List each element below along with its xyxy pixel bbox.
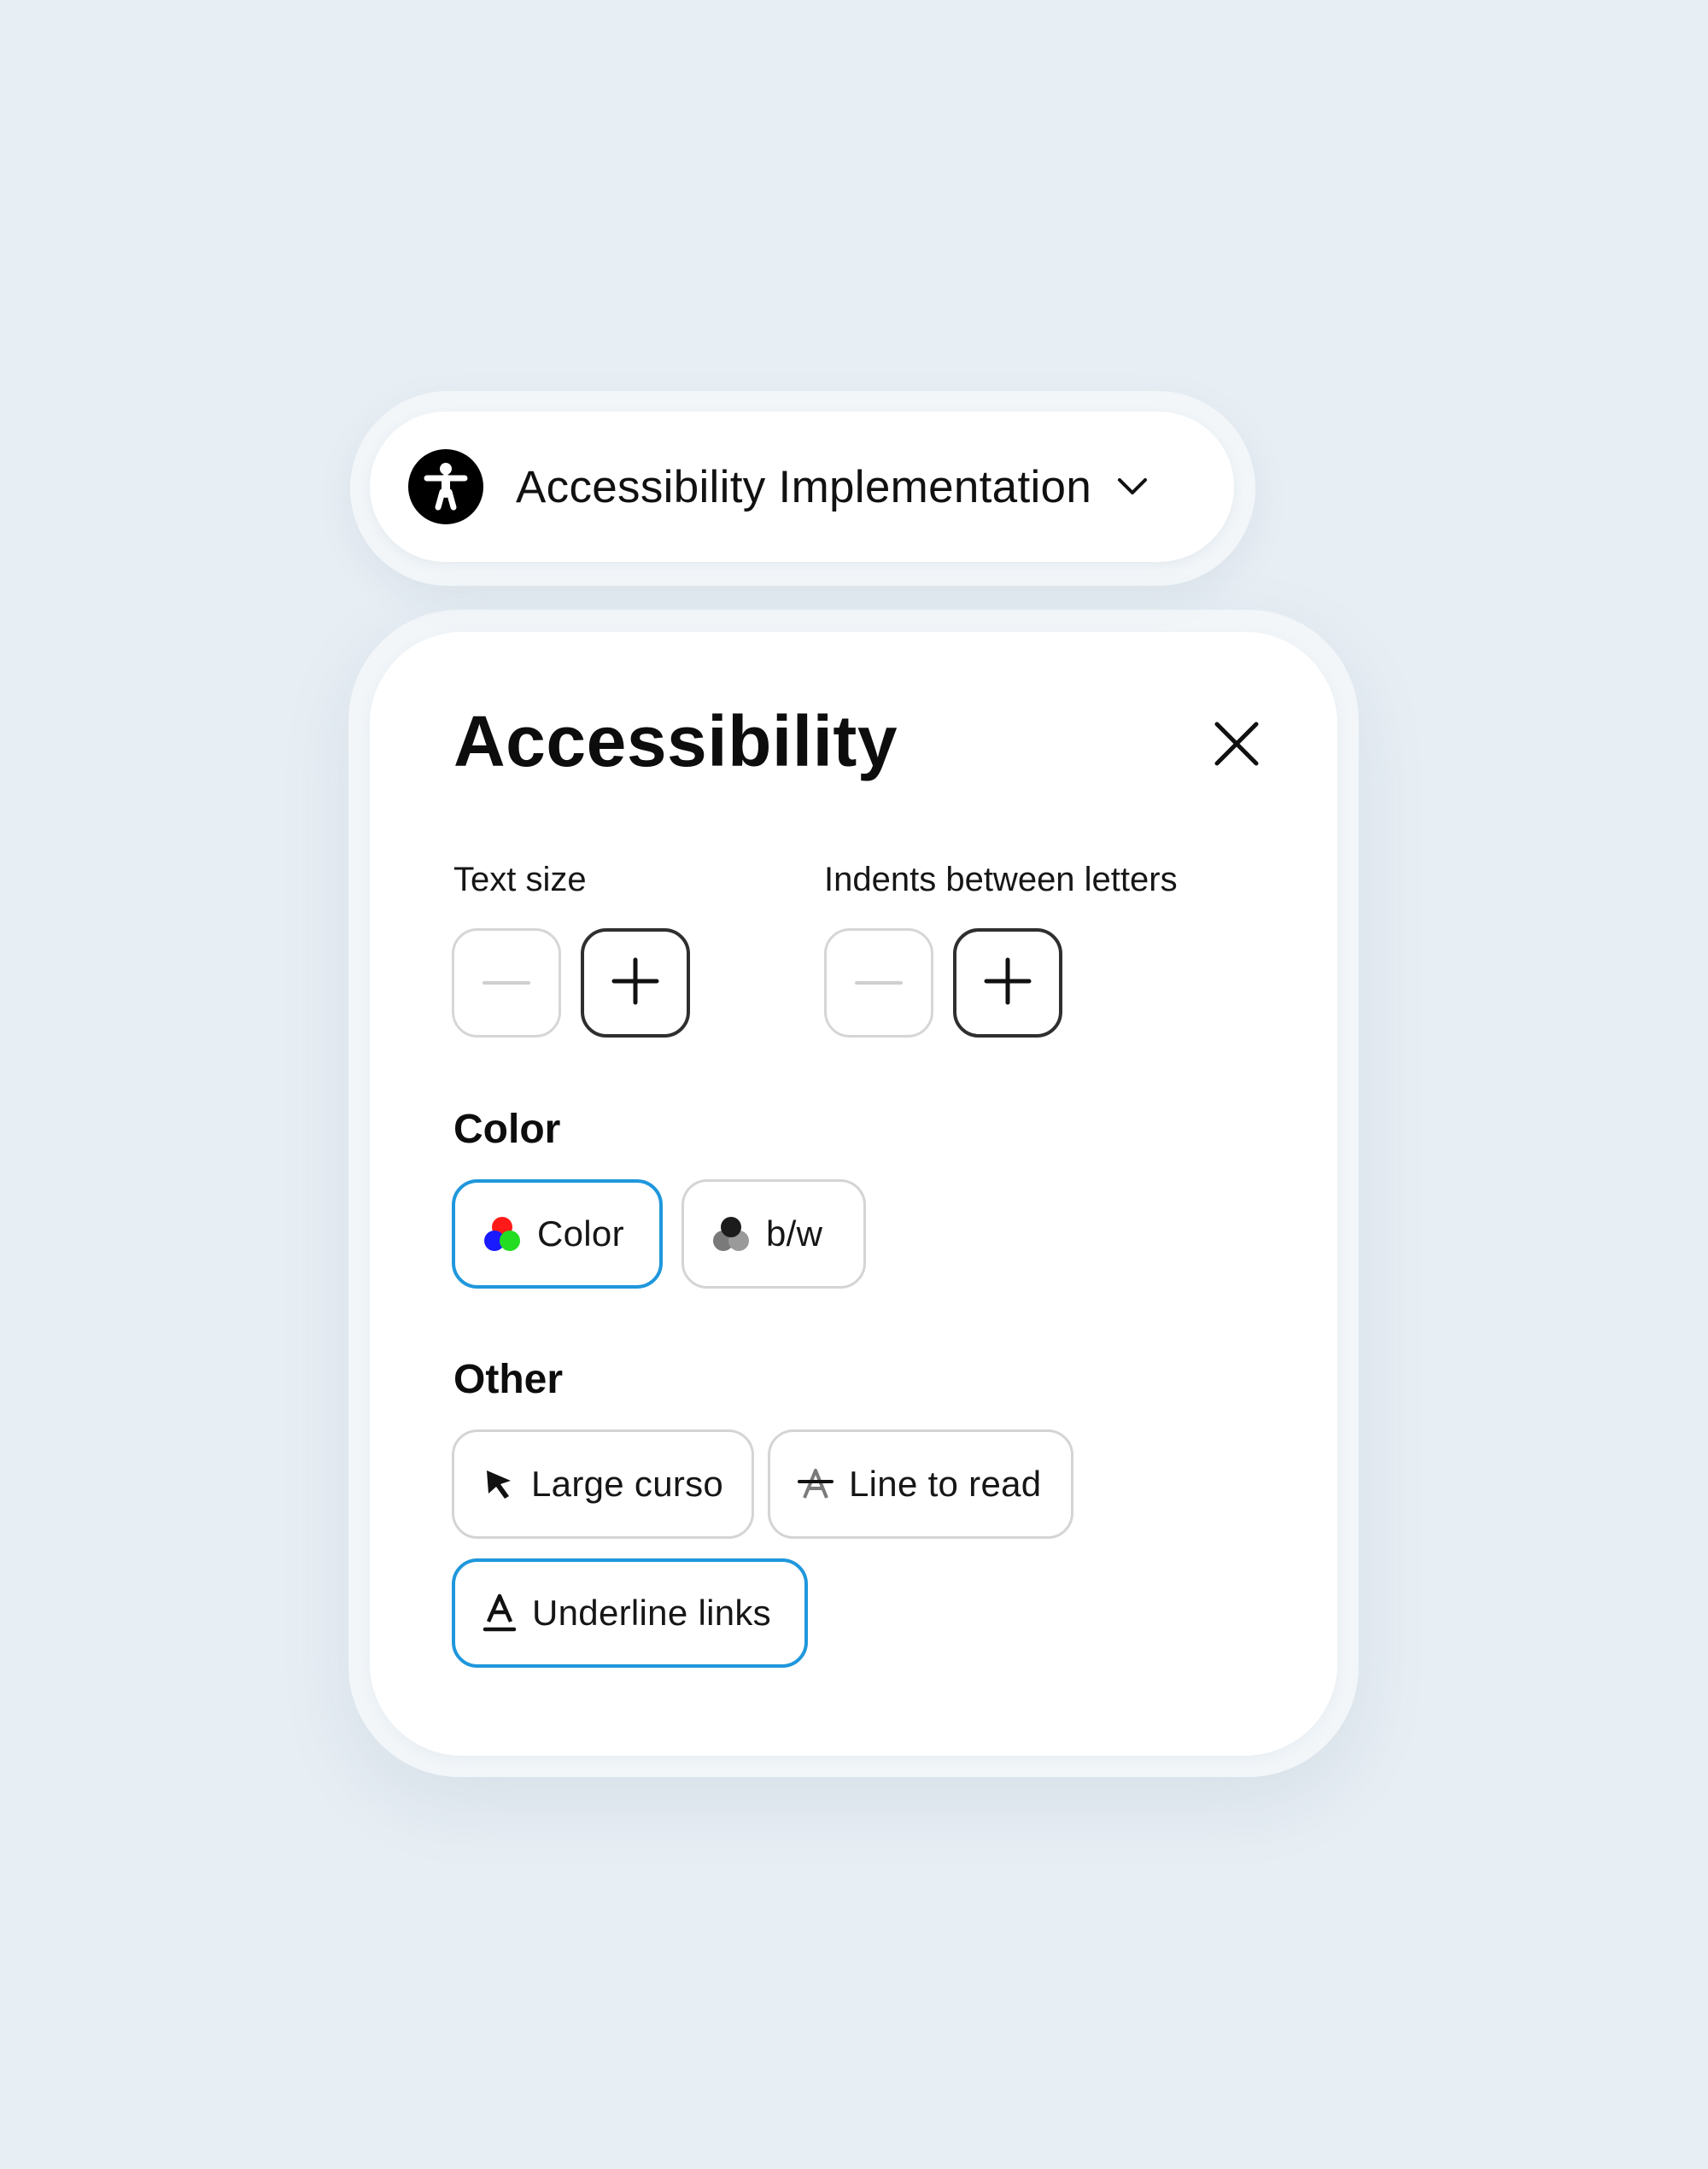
close-button[interactable] <box>1207 716 1266 775</box>
large-cursor-option[interactable]: Large curso <box>452 1429 754 1539</box>
rgb-circles-icon <box>483 1214 522 1254</box>
minus-icon <box>855 975 903 991</box>
underline-a-icon <box>483 1593 517 1633</box>
color-option-label: Color <box>537 1213 624 1254</box>
plus-icon <box>611 957 659 1009</box>
strikethrough-a-icon <box>798 1467 834 1501</box>
text-size-increase-button[interactable] <box>581 928 690 1038</box>
cursor-arrow-icon <box>482 1467 516 1501</box>
letter-spacing-decrease-button[interactable] <box>824 928 933 1038</box>
widget-title: Accessibility Implementation <box>516 461 1092 512</box>
panel-title: Accessibility <box>453 701 898 781</box>
underline-links-option[interactable]: Underline links <box>452 1558 808 1668</box>
accessibility-panel: Accessibility Text size Indents between … <box>370 632 1337 1756</box>
color-option-bw[interactable]: b/w <box>681 1179 866 1289</box>
chevron-down-icon <box>1115 470 1149 504</box>
color-option-color[interactable]: Color <box>452 1179 663 1289</box>
text-size-label: Text size <box>453 861 587 898</box>
color-section-title: Color <box>453 1107 561 1152</box>
bw-option-label: b/w <box>766 1213 823 1254</box>
plus-icon <box>984 957 1032 1009</box>
letter-spacing-increase-button[interactable] <box>953 928 1062 1038</box>
grayscale-circles-icon <box>711 1214 751 1254</box>
accessibility-widget-toggle[interactable]: Accessibility Implementation <box>370 412 1234 562</box>
minus-icon <box>483 975 530 991</box>
line-to-read-option[interactable]: Line to read <box>768 1429 1073 1539</box>
text-size-decrease-button[interactable] <box>452 928 561 1038</box>
other-section-title: Other <box>453 1357 564 1402</box>
line-to-read-label: Line to read <box>849 1464 1042 1504</box>
large-cursor-label: Large curso <box>531 1464 724 1504</box>
underline-links-label: Underline links <box>532 1593 771 1633</box>
close-icon <box>1213 720 1261 772</box>
accessibility-person-icon <box>408 449 483 524</box>
letter-spacing-label: Indents between letters <box>824 861 1178 898</box>
